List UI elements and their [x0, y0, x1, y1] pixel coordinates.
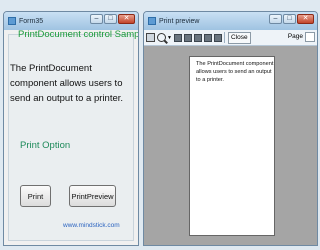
maximize-icon[interactable]: □: [104, 14, 117, 24]
form35-title: Form35: [19, 17, 44, 25]
preview-page: The PrintDocument component allows users…: [189, 56, 275, 236]
print-preview-window: Print preview – □ ✕ ▼ Close Page The Pri…: [143, 11, 318, 246]
page-number-field[interactable]: [305, 32, 315, 42]
preview-toolbar: ▼ Close Page: [144, 30, 317, 46]
preview-titlebar[interactable]: Print preview – □ ✕: [144, 12, 317, 30]
website-link[interactable]: www.mindstick.com: [63, 222, 120, 229]
form35-titlebar[interactable]: Form35 – □ ✕: [4, 12, 138, 30]
four-pages-icon[interactable]: [203, 33, 212, 42]
three-pages-icon[interactable]: [193, 33, 202, 42]
minimize-icon[interactable]: –: [90, 14, 103, 24]
preview-document-text: The PrintDocument component allows users…: [196, 61, 274, 83]
one-page-icon[interactable]: [173, 33, 182, 42]
form-description: The PrintDocument component allows users…: [10, 63, 124, 104]
six-pages-icon[interactable]: [213, 33, 222, 42]
maximize-icon[interactable]: □: [283, 14, 296, 24]
window-icon: [8, 17, 16, 25]
close-preview-button[interactable]: Close: [227, 31, 251, 44]
preview-area[interactable]: The PrintDocument component allows users…: [144, 46, 317, 245]
close-icon[interactable]: ✕: [118, 14, 135, 24]
two-pages-icon[interactable]: [183, 33, 192, 42]
toolbar-separator: [223, 32, 225, 43]
zoom-icon[interactable]: [157, 33, 166, 42]
print-preview-button[interactable]: PrintPreview: [69, 185, 116, 207]
print-button[interactable]: Print: [20, 185, 51, 207]
preview-title: Print preview: [159, 17, 200, 25]
print-option-label: Print Option: [20, 140, 71, 151]
minimize-icon[interactable]: –: [269, 14, 282, 24]
print-icon[interactable]: [146, 33, 155, 42]
chevron-down-icon[interactable]: ▼: [167, 35, 172, 41]
page-label: Page: [287, 33, 303, 40]
form-heading: PrintDocument control Sample: [18, 29, 139, 40]
close-icon[interactable]: ✕: [297, 14, 314, 24]
window-icon: [148, 17, 156, 25]
form35-window: Form35 – □ ✕ PrintDocument control Sampl…: [3, 11, 139, 246]
